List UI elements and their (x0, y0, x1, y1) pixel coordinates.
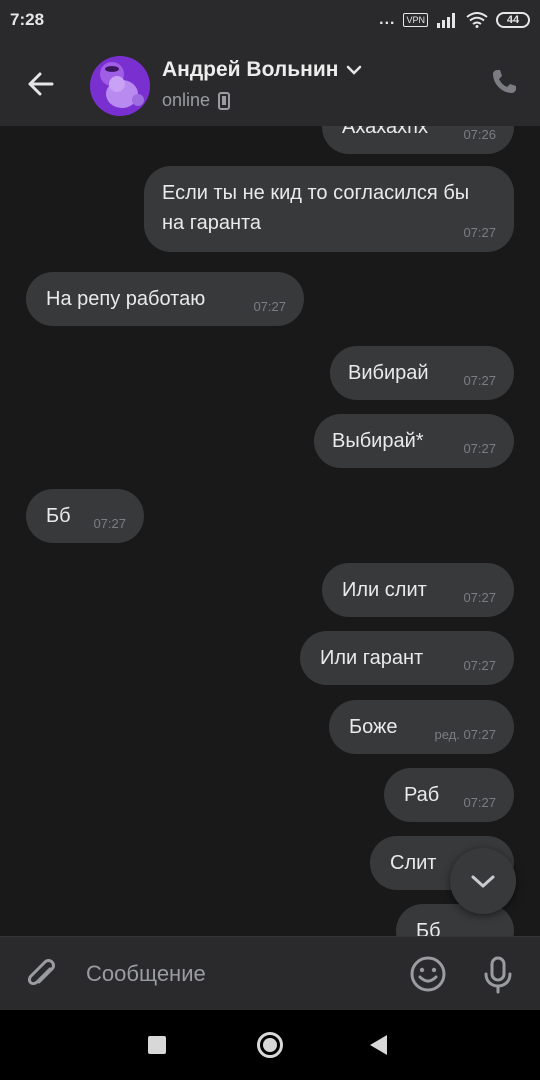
avatar-image (90, 56, 150, 116)
recent-apps-icon[interactable] (148, 1036, 166, 1054)
battery-icon: 44 (496, 12, 530, 28)
contact-status: online (162, 90, 231, 111)
message-text: Ахахахпх (342, 126, 428, 138)
message-time: ред. 07:27 (434, 727, 496, 742)
message-text: Раб (404, 784, 440, 806)
message-time: 07:27 (463, 373, 496, 388)
message-bubble-outgoing[interactable]: Выбирай* 07:27 (314, 414, 514, 468)
message-text: Вибирай (348, 362, 429, 384)
vpn-badge: VPN (403, 13, 428, 27)
notification-dots-icon: ... (379, 11, 396, 28)
message-text: На репу работаю (46, 288, 206, 310)
message-text: Выбирай* (332, 430, 424, 452)
phone-icon[interactable] (488, 66, 520, 98)
message-bubble-outgoing[interactable]: Ахахахпх 07:26 (322, 126, 514, 154)
chat-header: Андрей Вольнин online (0, 40, 540, 126)
system-nav-bar (0, 1010, 540, 1080)
status-bar: 7:28 ... VPN 44 (0, 0, 540, 40)
message-time: 07:27 (463, 658, 496, 673)
status-time: 7:28 (10, 10, 45, 29)
message-text: Или гарант (320, 647, 424, 669)
status-icons: ... VPN 44 (379, 10, 530, 30)
message-text: Слит (390, 852, 437, 874)
paperclip-icon[interactable] (22, 955, 62, 995)
signal-icon (437, 13, 455, 28)
microphone-icon[interactable] (478, 954, 518, 994)
message-text: Боже (349, 716, 398, 738)
chevron-down-icon (471, 875, 495, 888)
message-text: Бб (46, 505, 71, 527)
wifi-icon (466, 12, 488, 28)
message-text: Бб (416, 920, 441, 936)
message-bubble-incoming[interactable]: На репу работаю 07:27 (26, 272, 304, 326)
message-bubble-outgoing[interactable]: Раб 07:27 (384, 768, 514, 822)
avatar[interactable] (90, 56, 150, 116)
emoji-icon[interactable] (408, 954, 448, 994)
message-time: 07:27 (463, 795, 496, 810)
message-bubble-outgoing[interactable]: Или гарант 07:27 (300, 631, 514, 685)
message-time: 07:27 (93, 516, 126, 531)
message-text: Или слит (342, 579, 427, 601)
nav-back-icon[interactable] (370, 1035, 387, 1055)
chevron-down-icon[interactable] (346, 64, 362, 76)
back-arrow-icon[interactable] (22, 64, 62, 104)
message-composer (0, 936, 540, 1010)
message-text: Если ты не кид то согласился бы на гаран… (162, 182, 470, 234)
message-list[interactable]: Ахахахпх 07:26 Если ты не кид то согласи… (0, 126, 540, 936)
message-bubble-outgoing[interactable]: Или слит 07:27 (322, 563, 514, 617)
message-time: 07:27 (463, 590, 496, 605)
message-bubble-incoming[interactable]: Бб 07:27 (26, 489, 144, 543)
message-time: 07:27 (463, 441, 496, 456)
message-time: 07:27 (253, 299, 286, 314)
message-bubble-outgoing[interactable]: Если ты не кид то согласился бы на гаран… (144, 166, 514, 252)
message-bubble-outgoing[interactable]: Вибирай 07:27 (330, 346, 514, 400)
mobile-phone-icon (218, 91, 231, 110)
contact-name[interactable]: Андрей Вольнин (162, 58, 338, 82)
message-bubble-outgoing[interactable]: Боже ред. 07:27 (329, 700, 514, 754)
message-input[interactable] (86, 953, 386, 995)
contact-name-row[interactable]: Андрей Вольнин (162, 58, 362, 82)
message-time: 07:26 (463, 127, 496, 142)
home-icon[interactable] (257, 1032, 283, 1058)
message-time: 07:27 (463, 225, 496, 240)
contact-status-text: online (162, 90, 211, 110)
scroll-down-button[interactable] (450, 848, 516, 914)
